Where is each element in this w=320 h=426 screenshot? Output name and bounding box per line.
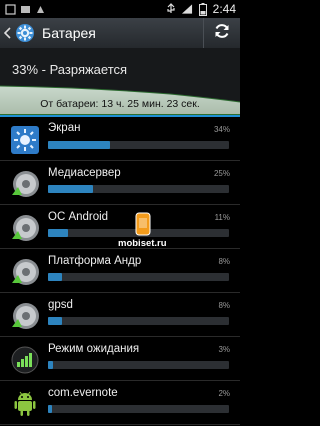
battery-status-panel: 33% - Разряжается От батареи: 13 ч. 25 м… xyxy=(0,48,240,116)
list-item[interactable]: gpsd 8% xyxy=(0,293,240,337)
list-item[interactable]: com.evernote 2% xyxy=(0,381,240,425)
list-item[interactable]: Медиасервер 25% xyxy=(0,161,240,205)
page-title: Батарея xyxy=(42,25,96,41)
android-robot-icon xyxy=(10,389,40,419)
android-platform-icon xyxy=(10,257,40,287)
usage-bar xyxy=(48,141,229,149)
usage-percent: 8% xyxy=(218,257,230,266)
notification-icon xyxy=(34,3,46,15)
notification-icons xyxy=(0,3,46,15)
status-bar: 2:44 xyxy=(0,0,240,18)
app-name: Платформа Андр xyxy=(48,255,142,267)
app-name: Медиасервер xyxy=(48,167,121,179)
app-name: Экран xyxy=(48,122,81,134)
clock: 2:44 xyxy=(212,2,236,16)
usb-icon xyxy=(165,3,177,15)
list-item[interactable]: Платформа Андр 8% xyxy=(0,249,240,293)
usage-bar xyxy=(48,229,229,237)
usage-bar-fill xyxy=(48,317,63,325)
signal-icon xyxy=(181,3,193,15)
battery-status-text: 33% - Разряжается xyxy=(12,62,128,77)
usage-bar xyxy=(48,361,229,369)
settings-gear-icon[interactable] xyxy=(14,22,36,44)
usage-bar-fill xyxy=(48,185,94,193)
usage-bar-fill xyxy=(48,229,68,237)
list-item[interactable]: ОС Android 11% xyxy=(0,205,240,249)
refresh-icon xyxy=(213,22,231,45)
usage-percent: 8% xyxy=(218,301,230,310)
action-bar: Батарея xyxy=(0,18,240,49)
usage-bar-fill xyxy=(48,361,54,369)
usage-percent: 3% xyxy=(218,345,230,354)
battery-icon xyxy=(197,2,209,16)
usage-percent: 34% xyxy=(213,125,230,134)
discharge-time-text: От батареи: 13 ч. 25 мин. 23 сек. xyxy=(40,98,200,110)
usage-bar-fill xyxy=(48,405,52,413)
usage-percent: 25% xyxy=(213,169,230,178)
app-name: com.evernote xyxy=(48,387,118,399)
usage-percent: 2% xyxy=(218,389,230,398)
usage-percent: 11% xyxy=(214,213,230,222)
media-server-icon xyxy=(10,169,40,199)
gpsd-icon xyxy=(10,301,40,331)
usage-bar xyxy=(48,317,229,325)
list-item[interactable]: Экран 34% xyxy=(0,117,240,161)
app-name: Режим ожидания xyxy=(48,343,140,355)
screen-icon xyxy=(10,125,40,155)
list-item[interactable]: Режим ожидания 3% xyxy=(0,337,240,381)
usage-bar-fill xyxy=(48,273,63,281)
usage-bar-fill xyxy=(48,141,110,149)
usage-bar xyxy=(48,405,229,413)
usage-bar xyxy=(48,185,229,193)
refresh-button[interactable] xyxy=(203,18,240,48)
standby-icon xyxy=(10,345,40,375)
usage-bar xyxy=(48,273,229,281)
app-name: ОС Android xyxy=(48,211,109,223)
battery-usage-list: Экран 34% Медиасервер 25% ОС Android 11%… xyxy=(0,117,240,425)
app-name: gpsd xyxy=(48,299,73,311)
android-os-icon xyxy=(10,213,40,243)
notification-icon xyxy=(19,3,31,15)
back-icon[interactable] xyxy=(2,18,12,48)
notification-icon xyxy=(4,3,16,15)
